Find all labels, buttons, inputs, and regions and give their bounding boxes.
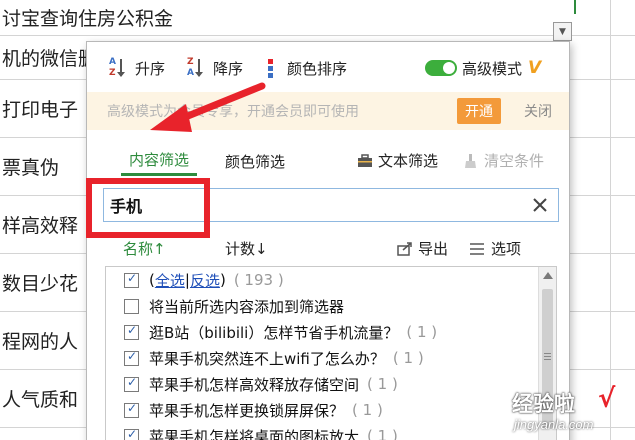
watermark-url: jingyanla.com xyxy=(514,417,594,432)
watermark: 经验啦 √ jingyanla.com xyxy=(512,384,630,438)
check-icon: √ xyxy=(598,384,616,414)
annotation-highlight-box xyxy=(86,178,210,238)
watermark-text: 经验啦 xyxy=(512,392,575,416)
